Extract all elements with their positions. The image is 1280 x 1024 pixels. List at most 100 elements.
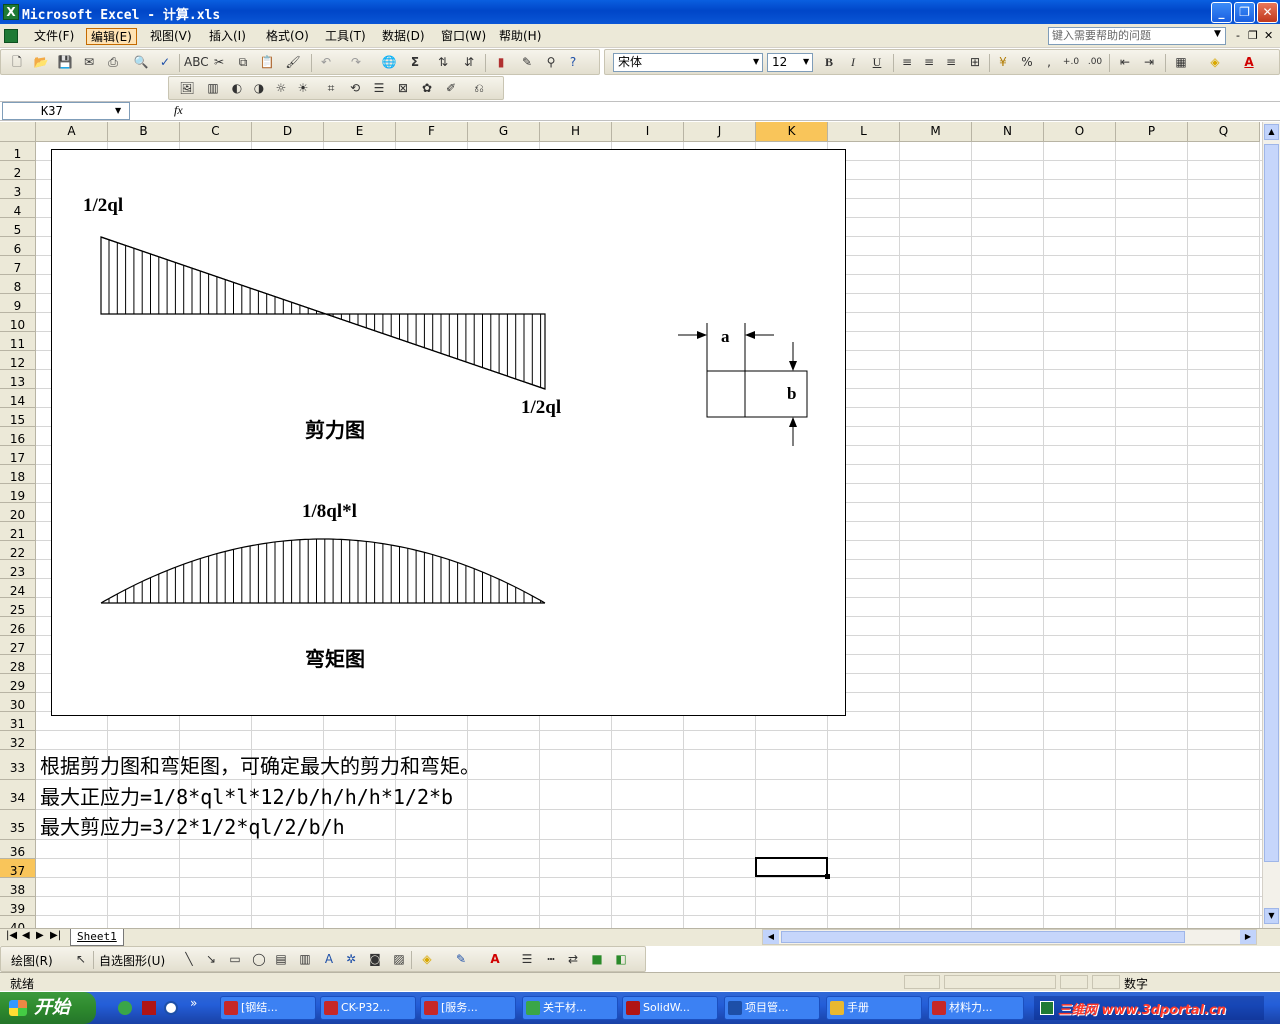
menu-data[interactable]: 数据(D) [378,28,429,45]
column-header-h[interactable]: H [540,122,612,142]
reset-picture-icon[interactable]: ⎌ [469,78,489,98]
row-header-9[interactable]: 9 [0,294,36,313]
horizontal-scrollbar[interactable]: ◀ ▶ [762,929,1257,945]
sort-descending-icon[interactable]: ⇵ [459,52,479,72]
doc-restore-icon[interactable]: ❐ [1248,29,1258,42]
row-header-38[interactable]: 38 [0,878,36,897]
line-tool-icon[interactable]: ╲ [179,949,199,969]
decrease-indent-icon[interactable]: ⇤ [1115,52,1135,72]
clipart-icon[interactable]: ◙ [365,949,385,969]
scroll-down-icon[interactable]: ▼ [1264,908,1279,924]
row-header-4[interactable]: 4 [0,199,36,218]
row-header-30[interactable]: 30 [0,693,36,712]
3d-style-icon[interactable]: ◧ [611,949,631,969]
undo-icon[interactable]: ↶ [316,52,336,72]
row-header-14[interactable]: 14 [0,389,36,408]
row-header-40[interactable]: 40 [0,916,36,928]
row-header-18[interactable]: 18 [0,465,36,484]
row-header-24[interactable]: 24 [0,579,36,598]
menu-window[interactable]: 窗口(W) [437,28,490,45]
row-header-28[interactable]: 28 [0,655,36,674]
prev-sheet-icon[interactable]: ◀ [22,930,30,941]
column-header-k[interactable]: K [756,122,828,142]
menu-format[interactable]: 格式(O) [262,28,313,45]
column-header-j[interactable]: J [684,122,756,142]
align-left-icon[interactable]: ≡ [897,52,917,72]
select-objects-icon[interactable]: ↖ [71,949,91,969]
formula-input[interactable] [190,102,1278,120]
arrow-style-icon[interactable]: ⇄ [563,949,583,969]
less-contrast-icon[interactable]: ◑ [249,78,269,98]
column-header-l[interactable]: L [828,122,900,142]
cell-a34[interactable]: 最大正应力=1/8*ql*l*12/b/h/h/h*1/2*b [40,781,453,810]
column-header-c[interactable]: C [180,122,252,142]
doc-minimize-icon[interactable]: - [1236,29,1240,42]
draw-menu-button[interactable]: 绘图(R) [11,952,53,969]
shadow-style-icon[interactable]: ■ [587,949,607,969]
row-header-15[interactable]: 15 [0,408,36,427]
quicklaunch-ie-icon[interactable] [118,1001,132,1015]
row-header-16[interactable]: 16 [0,427,36,446]
row-header-2[interactable]: 2 [0,161,36,180]
doc-close-icon[interactable]: ✕ [1264,29,1273,42]
picture-tool-icon[interactable]: ▨ [389,949,409,969]
taskbar-button[interactable]: 项目管... [724,996,820,1020]
line-style-tool-icon[interactable]: ☰ [517,949,537,969]
sheet-tab-sheet1[interactable]: Sheet1 [70,929,124,946]
increase-indent-icon[interactable]: ⇥ [1139,52,1159,72]
spelling-icon[interactable]: ✓ [155,52,175,72]
column-header-i[interactable]: I [612,122,684,142]
column-header-n[interactable]: N [972,122,1044,142]
image-control-icon[interactable]: ▥ [203,78,223,98]
row-header-19[interactable]: 19 [0,484,36,503]
percent-icon[interactable]: % [1017,52,1037,72]
fill-color-icon[interactable]: ◈ [1205,52,1225,72]
help-dropdown-icon[interactable]: ▼ [1214,29,1221,39]
close-button[interactable]: ✕ [1257,2,1278,23]
minimize-button[interactable]: _ [1211,2,1232,23]
row-header-35[interactable]: 35 [0,810,36,840]
set-transparent-icon[interactable]: ✐ [441,78,461,98]
font-name-select[interactable]: 宋体 [613,53,763,72]
taskbar-button[interactable]: SolidW... [622,996,718,1020]
autosum-icon[interactable]: Σ [405,52,425,72]
copy-icon[interactable]: ⧉ [233,52,253,72]
cell-a33[interactable]: 根据剪力图和弯矩图，可确定最大的剪力和弯矩。 [40,750,480,779]
dash-style-icon[interactable]: ┅ [541,949,561,969]
cut-icon[interactable]: ✂ [209,52,229,72]
row-header-11[interactable]: 11 [0,332,36,351]
help-icon[interactable]: ? [563,52,583,72]
underline-icon[interactable]: U [867,52,887,72]
more-brightness-icon[interactable]: ☼ [271,78,291,98]
selected-cell-k37[interactable] [755,857,828,877]
borders-icon[interactable]: ▦ [1171,52,1191,72]
row-header-37[interactable]: 37 [0,859,36,878]
menu-view[interactable]: 视图(V) [146,28,196,45]
last-sheet-icon[interactable]: ▶| [50,930,61,941]
row-header-3[interactable]: 3 [0,180,36,199]
first-sheet-icon[interactable]: |◀ [6,930,17,941]
compress-icon[interactable]: ⊠ [393,78,413,98]
line-style-icon[interactable]: ☰ [369,78,389,98]
taskbar-button[interactable]: 材料力... [928,996,1024,1020]
increase-decimal-icon[interactable]: +.0 [1061,52,1081,72]
currency-icon[interactable]: ¥ [993,52,1013,72]
row-header-6[interactable]: 6 [0,237,36,256]
column-header-g[interactable]: G [468,122,540,142]
row-header-5[interactable]: 5 [0,218,36,237]
vertical-scroll-thumb[interactable] [1264,144,1279,862]
autoshapes-menu-button[interactable]: 自选图形(U) [99,952,165,969]
row-header-26[interactable]: 26 [0,617,36,636]
name-box[interactable]: K37 [2,102,130,120]
font-color-icon[interactable]: A [1239,52,1259,72]
scroll-right-icon[interactable]: ▶ [1240,930,1256,944]
chart-wizard-icon[interactable]: ▮ [491,52,511,72]
column-header-o[interactable]: O [1044,122,1116,142]
fill-handle[interactable] [825,874,830,879]
research-icon[interactable]: ABC [184,52,209,72]
sort-ascending-icon[interactable]: ⇅ [433,52,453,72]
row-header-29[interactable]: 29 [0,674,36,693]
permission-icon[interactable]: ✉ [79,52,99,72]
format-picture-icon[interactable]: ✿ [417,78,437,98]
textbox-tool-icon[interactable]: ▤ [271,949,291,969]
